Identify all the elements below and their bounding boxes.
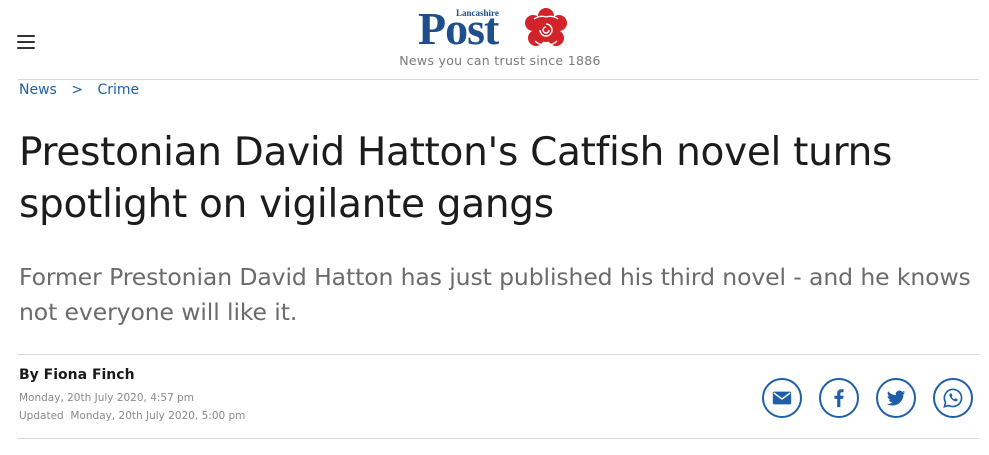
share-facebook-button[interactable] bbox=[819, 378, 859, 418]
site-header: Lancashire Post News you can trust since… bbox=[0, 0, 989, 80]
header-divider bbox=[18, 79, 979, 80]
updated-date: Updated Monday, 20th July 2020, 5:00 pm bbox=[19, 410, 245, 422]
share-email-button[interactable] bbox=[762, 378, 802, 418]
article-headline: Prestonian David Hatton's Catfish novel … bbox=[19, 130, 893, 227]
byline-top-divider bbox=[18, 354, 979, 355]
facebook-icon bbox=[834, 389, 844, 408]
updated-value: Monday, 20th July 2020, 5:00 pm bbox=[70, 410, 246, 422]
twitter-icon bbox=[886, 390, 906, 406]
author-link[interactable]: By Fiona Finch bbox=[19, 367, 135, 383]
share-whatsapp-button[interactable] bbox=[933, 378, 973, 418]
share-buttons bbox=[762, 378, 973, 418]
article-standfirst: Former Prestonian David Hatton has just … bbox=[19, 263, 971, 326]
logo-main-text: Post bbox=[418, 3, 499, 54]
menu-icon[interactable] bbox=[17, 35, 35, 49]
updated-label: Updated bbox=[19, 410, 64, 422]
published-date: Monday, 20th July 2020, 4:57 pm bbox=[19, 392, 195, 404]
site-logo[interactable]: Lancashire Post bbox=[418, 3, 578, 54]
share-twitter-button[interactable] bbox=[876, 378, 916, 418]
breadcrumb-crime[interactable]: Crime bbox=[97, 82, 139, 98]
breadcrumb-separator: > bbox=[71, 82, 84, 98]
rose-icon bbox=[525, 8, 567, 46]
whatsapp-icon bbox=[943, 388, 963, 408]
byline: By Fiona Finch bbox=[19, 367, 135, 383]
byline-bottom-divider bbox=[18, 438, 979, 439]
breadcrumb-news[interactable]: News bbox=[19, 82, 57, 98]
email-icon bbox=[772, 391, 792, 405]
site-tagline: News you can trust since 1886 bbox=[399, 53, 601, 68]
breadcrumb: News > Crime bbox=[19, 82, 139, 98]
